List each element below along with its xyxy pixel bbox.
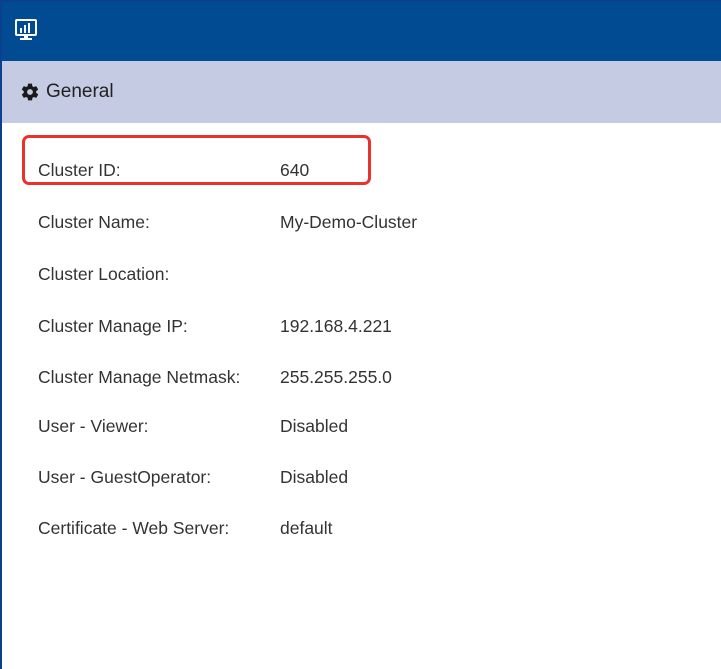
field-row-cluster-location: Cluster Location: (2, 259, 721, 289)
general-section-header[interactable]: General (2, 61, 721, 123)
gear-icon (21, 83, 39, 101)
field-label: Certificate - Web Server: (38, 517, 230, 538)
field-value: default (280, 517, 333, 538)
field-label: Cluster Location: (38, 263, 170, 284)
section-title: General (46, 81, 114, 102)
field-label: User - Viewer: (38, 415, 149, 436)
field-value: Disabled (280, 415, 349, 436)
app-window: General Cluster ID: 640 Cluster Name: My… (0, 0, 721, 669)
field-value: 255.255.255.0 (280, 366, 392, 387)
field-value: 640 (280, 159, 310, 180)
field-row-cluster-id: Cluster ID: 640 (2, 155, 721, 185)
field-row-cluster-manage-netmask: Cluster Manage Netmask: 255.255.255.0 (2, 362, 721, 392)
field-label: Cluster Manage Netmask: (38, 366, 241, 387)
field-row-user-viewer: User - Viewer: Disabled (2, 411, 721, 441)
field-row-cluster-manage-ip: Cluster Manage IP: 192.168.4.221 (2, 311, 721, 341)
field-row-cluster-name: Cluster Name: My-Demo-Cluster (2, 207, 721, 237)
field-label: Cluster Name: (38, 211, 150, 232)
monitor-chart-icon[interactable] (14, 18, 38, 42)
field-value: My-Demo-Cluster (280, 211, 418, 232)
field-row-certificate-web-server: Certificate - Web Server: default (2, 513, 721, 543)
field-row-user-guestoperator: User - GuestOperator: Disabled (2, 462, 721, 492)
field-label: Cluster Manage IP: (38, 315, 188, 336)
title-bar (2, 2, 721, 61)
field-label: User - GuestOperator: (38, 466, 212, 487)
field-label: Cluster ID: (38, 159, 121, 180)
field-value: 192.168.4.221 (280, 315, 392, 336)
field-value: Disabled (280, 466, 349, 487)
general-content-panel: Cluster ID: 640 Cluster Name: My-Demo-Cl… (2, 123, 721, 669)
